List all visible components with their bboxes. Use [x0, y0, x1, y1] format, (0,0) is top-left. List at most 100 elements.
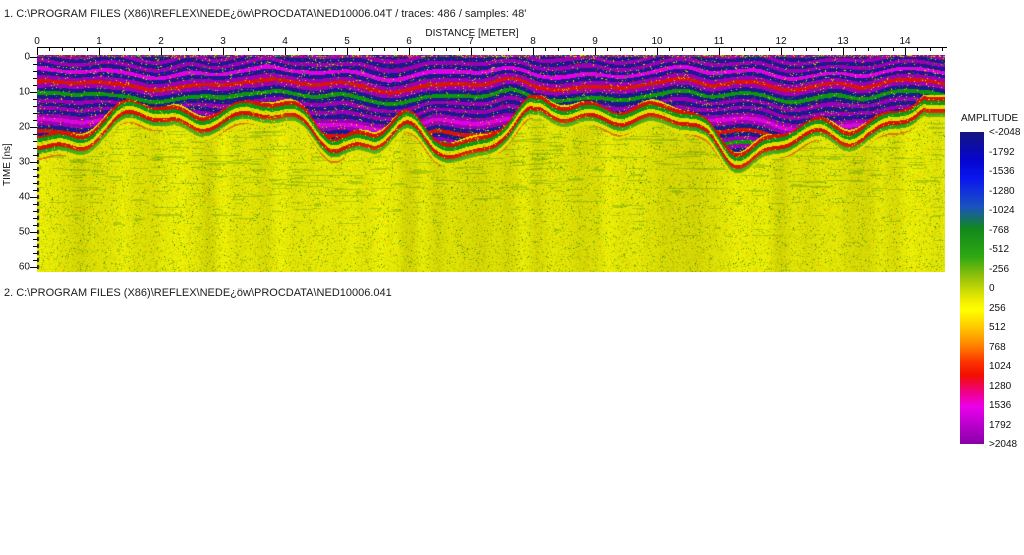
x-axis-minor-tick	[942, 47, 944, 51]
x-axis-major-tick	[533, 47, 534, 55]
x-axis-minor-tick	[681, 47, 683, 51]
colorbar-tick-label: -768	[989, 224, 1010, 236]
y-axis-tick-label: 50	[18, 226, 30, 238]
x-axis-minor-tick	[545, 47, 547, 51]
x-axis-tick-label: 3	[220, 36, 226, 47]
colorbar-tick-label: 1536	[989, 400, 1012, 411]
y-axis-tick-label: 10	[18, 86, 30, 98]
colorbar-tick-label: >2048	[989, 439, 1018, 450]
x-axis-minor-tick	[880, 47, 882, 51]
x-axis-tick-label: 7	[468, 36, 474, 47]
y-axis-major-tick	[30, 267, 37, 268]
x-axis-minor-tick	[433, 47, 435, 51]
x-axis-minor-tick	[508, 47, 510, 51]
x-axis-tick-label: 2	[158, 36, 164, 47]
colorbar-tick-label: -256	[989, 263, 1010, 275]
y-axis-tick-label: 20	[18, 121, 30, 133]
x-axis-major-tick	[719, 47, 720, 55]
x-axis-major-tick	[347, 47, 348, 55]
x-axis-minor-tick	[123, 47, 125, 51]
x-axis-minor-tick	[669, 47, 671, 51]
y-axis-tick-label: 30	[18, 156, 30, 168]
x-axis-minor-tick	[396, 47, 398, 51]
reflexw-profile-view: 1. C:\PROGRAM FILES (X86)\REFLEX\NEDE¿öw…	[0, 0, 1024, 555]
x-axis-minor-tick	[322, 47, 324, 51]
x-axis-major-tick	[781, 47, 782, 55]
colorbar-tick-label: -1792	[989, 146, 1015, 158]
x-axis-minor-tick	[235, 47, 237, 51]
x-axis-minor-tick	[818, 47, 820, 51]
x-axis-minor-tick	[644, 47, 646, 51]
x-axis-major-tick	[657, 47, 658, 55]
y-axis-tick-label: 40	[18, 191, 30, 203]
x-axis-minor-tick	[198, 47, 200, 51]
x-axis-minor-tick	[892, 47, 894, 51]
colorbar-tick-label: 1280	[989, 380, 1012, 392]
colorbar-tick-label: 512	[989, 322, 1006, 333]
x-axis-minor-tick	[359, 47, 361, 51]
x-axis-minor-tick	[49, 47, 51, 51]
colorbar-tick-label: <-2048	[989, 127, 1021, 138]
x-axis-minor-tick	[260, 47, 262, 51]
x-axis-minor-tick	[706, 47, 708, 51]
x-axis-minor-tick	[694, 47, 696, 51]
y-axis-tick-label: 60	[18, 261, 30, 273]
x-axis-minor-tick	[272, 47, 274, 51]
x-axis-major-tick	[595, 47, 596, 55]
x-axis-minor-tick	[743, 47, 745, 51]
x-axis-major-tick	[223, 47, 224, 55]
x-axis-tick-label: 1	[96, 36, 102, 47]
x-axis-tick-label: 10	[651, 36, 663, 47]
colorbar-tick-label: 0	[989, 283, 995, 294]
x-axis-minor-tick	[607, 47, 609, 51]
x-axis-tick-label: 0	[34, 36, 40, 47]
x-axis-major-tick	[471, 47, 472, 55]
colorbar-tick-label: -512	[989, 244, 1010, 255]
x-axis-major-tick	[37, 47, 38, 55]
x-axis-major-tick	[99, 47, 100, 55]
colorbar-tick-label: 768	[989, 341, 1006, 353]
x-axis-minor-tick	[371, 47, 373, 51]
colorbar-title: AMPLITUDE	[961, 113, 1019, 124]
colorbar-tick-label: 1792	[989, 419, 1012, 431]
x-axis-minor-tick	[830, 47, 832, 51]
x-axis-tick-label: 5	[344, 36, 350, 47]
x-axis-tick-label: 12	[775, 36, 787, 47]
x-axis-minor-tick	[520, 47, 522, 51]
y-axis-major-tick	[30, 57, 37, 58]
y-axis-major-tick	[30, 92, 37, 93]
colorbar-tick-label: 1024	[989, 361, 1012, 372]
section-2-file-path: 2. C:\PROGRAM FILES (X86)\REFLEX\NEDE¿öw…	[4, 287, 392, 299]
y-axis-tick-label: 0	[24, 51, 30, 63]
x-axis-tick-label: 8	[530, 36, 536, 47]
x-axis-minor-tick	[297, 47, 299, 51]
x-axis-minor-tick	[495, 47, 497, 51]
x-axis-minor-tick	[756, 47, 758, 51]
x-axis-minor-tick	[111, 47, 113, 51]
x-axis-major-tick	[905, 47, 906, 55]
y-axis-major-tick	[30, 197, 37, 198]
x-axis-minor-tick	[855, 47, 857, 51]
x-axis-minor-tick	[805, 47, 807, 51]
x-axis-minor-tick	[632, 47, 634, 51]
x-axis-minor-tick	[570, 47, 572, 51]
x-axis-major-tick	[843, 47, 844, 55]
x-axis-major-tick	[409, 47, 410, 55]
x-axis-minor-tick	[483, 47, 485, 51]
x-axis-minor-tick	[793, 47, 795, 51]
radargram-image[interactable]	[37, 55, 945, 272]
amplitude-colorbar	[960, 132, 984, 444]
x-axis-minor-tick	[446, 47, 448, 51]
x-axis-tick-label: 11	[713, 36, 725, 47]
x-axis-minor-tick	[421, 47, 423, 51]
x-axis-minor-tick	[247, 47, 249, 51]
x-axis-minor-tick	[458, 47, 460, 51]
x-axis-major-tick	[285, 47, 286, 55]
section-1-file-path: 1. C:\PROGRAM FILES (X86)\REFLEX\NEDE¿öw…	[4, 8, 527, 20]
x-axis-tick-label: 6	[406, 36, 412, 47]
x-axis-tick-label: 13	[837, 36, 849, 47]
x-axis-minor-tick	[334, 47, 336, 51]
x-axis-minor-tick	[867, 47, 869, 51]
x-axis-minor-tick	[61, 47, 63, 51]
x-axis-minor-tick	[929, 47, 931, 51]
